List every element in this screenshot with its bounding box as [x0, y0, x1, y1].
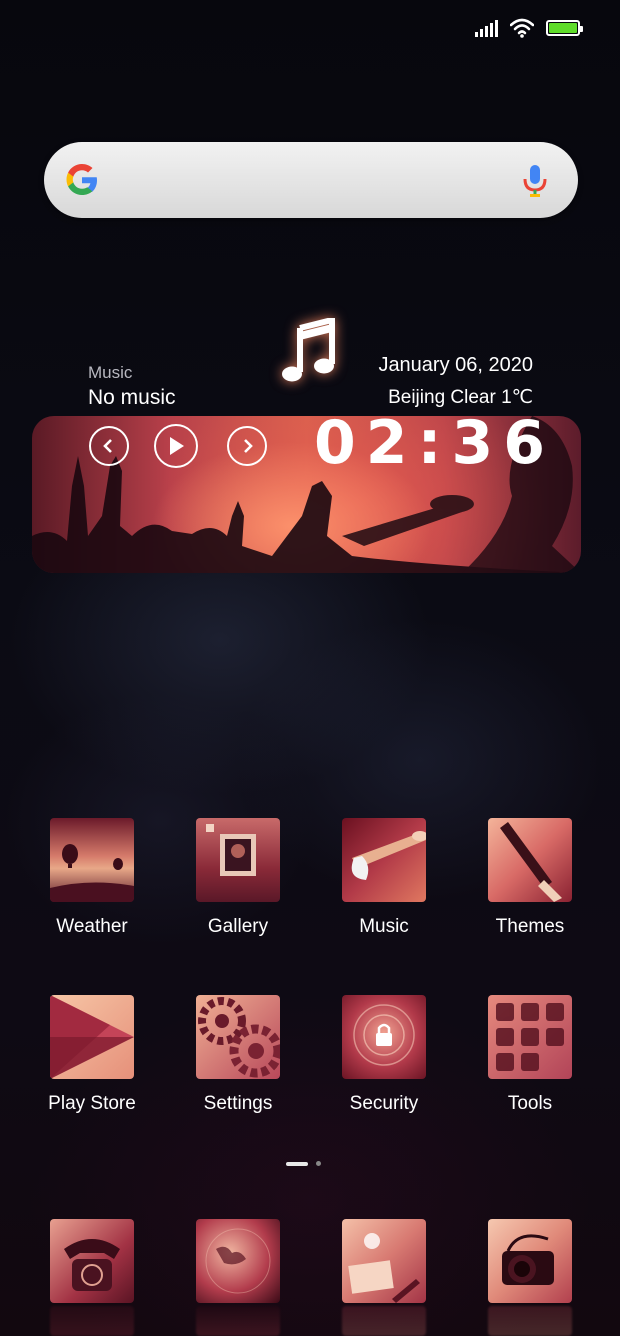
app-tools[interactable]: Tools: [457, 995, 603, 1115]
dock-reflection: [488, 1306, 572, 1336]
battery-level: [549, 23, 577, 33]
app-label: Tools: [507, 1093, 553, 1114]
app-label: Themes: [495, 916, 565, 937]
app-settings[interactable]: Settings: [165, 995, 311, 1115]
dock-reflection: [196, 1306, 280, 1336]
signal-icon: [475, 19, 498, 37]
music-widget-label: Music: [88, 363, 133, 382]
status-bar: [475, 16, 583, 40]
music-status[interactable]: No music: [88, 386, 176, 410]
play-button[interactable]: [154, 424, 198, 468]
next-icon: [244, 439, 253, 453]
app-label: Play Store: [48, 1093, 136, 1114]
weather-text: Beijing Clear 1℃: [388, 387, 533, 408]
app-label: Security: [349, 1093, 419, 1114]
play-store-icon: [50, 995, 134, 1079]
page-dot-active[interactable]: [286, 1161, 308, 1166]
page-dot[interactable]: [316, 1161, 321, 1166]
google-logo-icon: [66, 164, 97, 195]
security-icon: [342, 995, 426, 1079]
play-icon: [170, 437, 184, 455]
app-music[interactable]: Music: [311, 818, 457, 938]
app-label: Weather: [56, 916, 128, 937]
clock-time[interactable]: 02:36: [314, 416, 555, 478]
dock-reflection: [50, 1306, 134, 1336]
dock-camera-icon[interactable]: [488, 1219, 572, 1303]
date-text: January 06, 2020: [378, 354, 533, 376]
wifi-icon: [510, 18, 534, 38]
app-label: Music: [359, 916, 409, 937]
google-search-bar[interactable]: [44, 142, 578, 218]
music-app-icon: [342, 818, 426, 902]
weather-icon: [50, 818, 134, 902]
page-indicator[interactable]: [286, 1161, 321, 1166]
gallery-icon: [196, 818, 280, 902]
app-label: Settings: [203, 1093, 273, 1114]
next-button[interactable]: [227, 426, 267, 466]
dock-messages-icon[interactable]: [342, 1219, 426, 1303]
app-themes[interactable]: Themes: [457, 818, 603, 938]
settings-icon: [196, 995, 280, 1079]
app-play-store[interactable]: Play Store: [19, 995, 165, 1115]
app-weather[interactable]: Weather: [19, 818, 165, 938]
music-note-icon: [282, 318, 335, 382]
app-label: Gallery: [207, 916, 269, 937]
themes-icon: [488, 818, 572, 902]
dock-reflection: [342, 1306, 426, 1336]
dock-browser-icon[interactable]: [196, 1219, 280, 1303]
tools-folder-icon: [488, 995, 572, 1079]
dock-phone-icon[interactable]: [50, 1219, 134, 1303]
music-player-card[interactable]: 02:36: [32, 416, 581, 573]
app-security[interactable]: Security: [311, 995, 457, 1115]
mic-icon[interactable]: [522, 164, 548, 198]
previous-icon: [103, 439, 112, 453]
battery-icon: [546, 20, 583, 36]
previous-button[interactable]: [89, 426, 129, 466]
app-gallery[interactable]: Gallery: [165, 818, 311, 938]
